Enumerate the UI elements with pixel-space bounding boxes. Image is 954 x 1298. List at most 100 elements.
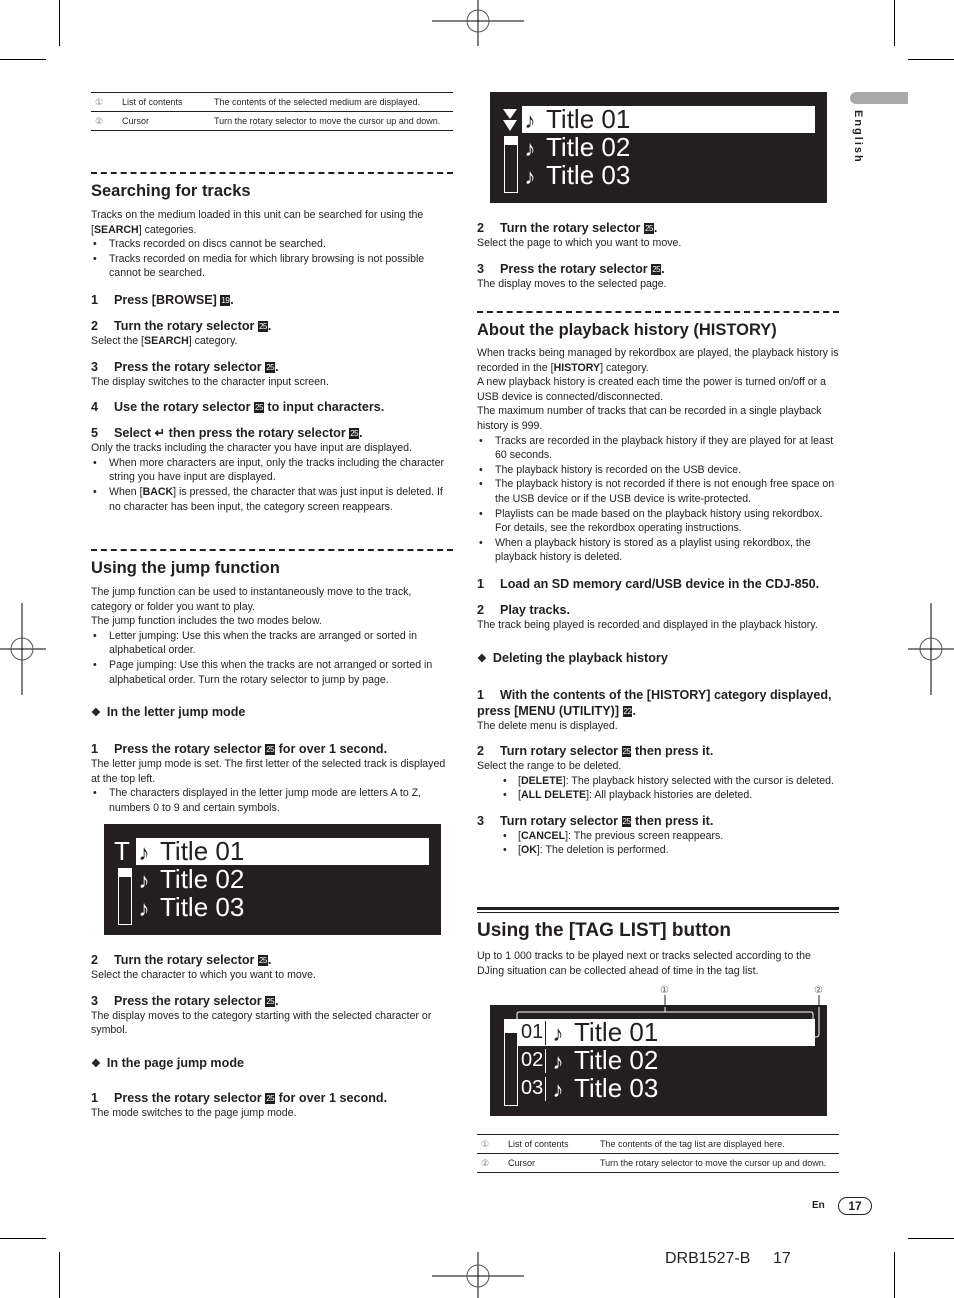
- crop-mark: [59, 1252, 60, 1298]
- bullet-item: When a playback history is stored as a p…: [477, 536, 839, 565]
- bullet-item: [DELETE]: The playback history selected …: [477, 774, 839, 789]
- tag-list-screen: 01 02 03 ♪ Title 01 ♪ Title 02 ♪ Title 03: [490, 1005, 827, 1116]
- marker: ①: [91, 92, 122, 112]
- table-row: ② Cursor Turn the rotary selector to mov…: [91, 111, 453, 131]
- crop-mark: [894, 1252, 895, 1298]
- description: Turn the rotary selector to move the cur…: [214, 111, 453, 131]
- bullet-item: Playlists can be made based on the playb…: [477, 507, 839, 536]
- list-item: ♪ Title 03: [522, 162, 815, 190]
- control-number-badge: 25: [621, 746, 632, 758]
- control-number-badge: 25: [257, 955, 268, 966]
- callout-lines: [516, 1005, 820, 1038]
- page-number-badge: 17: [838, 1197, 872, 1215]
- step-heading: 2 Turn rotary selector 25 then press it.: [477, 744, 714, 759]
- step-description: Only the tracks including the character …: [91, 442, 412, 455]
- print-page-number: 17: [773, 1250, 791, 1267]
- scrollbar-thumb: [119, 869, 131, 878]
- step-description: The display moves to the category starti…: [91, 1009, 432, 1037]
- step-description: The display moves to the selected page.: [477, 277, 667, 290]
- callout-leader-lines: [664, 995, 820, 1007]
- scrollbar-thumb: [505, 137, 517, 146]
- bullet-item: The characters displayed in the letter j…: [91, 786, 453, 815]
- marker: ①: [477, 1134, 508, 1154]
- crop-mark: [0, 1238, 46, 1239]
- track-number: 02: [521, 1049, 544, 1071]
- paragraph: The maximum number of tracks that can be…: [477, 405, 822, 432]
- description: The contents of the selected medium are …: [214, 92, 453, 112]
- section-taglist: Using the [TAG LIST] button Up to 1 000 …: [477, 907, 839, 978]
- control-number-badge: 25: [349, 428, 360, 440]
- music-note-icon: ♪: [138, 868, 150, 893]
- table-row: ② Cursor Turn the rotary selector to mov…: [477, 1153, 839, 1173]
- diamond-icon: ❖: [477, 652, 487, 665]
- description: The contents of the tag list are display…: [600, 1134, 839, 1154]
- step-heading: 2 Turn the rotary selector 25.: [477, 221, 658, 235]
- step-description: Select the character to which you want t…: [91, 969, 316, 981]
- section-searching: Searching for tracks Tracks on the mediu…: [91, 172, 453, 514]
- track-title: ♪ Title 02: [550, 1047, 659, 1075]
- bullet-item: Tracks recorded on media for which libra…: [91, 252, 453, 281]
- description: Turn the rotary selector to move the cur…: [600, 1153, 839, 1173]
- bullet-list: When more characters are input, only the…: [91, 456, 453, 514]
- item: List of contents: [122, 92, 214, 112]
- scrollbar: [504, 136, 518, 193]
- control-number-badge: 25: [265, 1092, 276, 1104]
- letter-jump-screen: T ♪ Title 01 ♪ Title 02 ♪ Title 03: [104, 824, 441, 935]
- step-description: The mode switches to the page jump mode.: [91, 1106, 297, 1119]
- step-heading: 4 Use the rotary selector 25 to input cha…: [91, 400, 385, 415]
- step-heading: 1 Press [BROWSE] 19.: [91, 292, 234, 307]
- step-heading: 2 Turn the rotary selector 25.: [91, 953, 272, 967]
- control-number-badge: 25: [254, 402, 264, 414]
- item: Cursor: [508, 1153, 600, 1173]
- doc-code: DRB1527-B: [665, 1250, 751, 1267]
- step-heading: 3 Turn rotary selector 25 then press it.: [477, 813, 714, 828]
- list-item: ♪ Title 01: [136, 838, 429, 865]
- list-item: ♪ Title 02: [522, 134, 815, 162]
- step-heading: 3 Press the rotary selector 25.: [477, 261, 665, 276]
- step-heading: 1 With the contents of the [HISTORY] cate…: [477, 687, 832, 718]
- list-item: ♪ Title 01: [522, 106, 815, 133]
- table-row: ① List of contents The contents of the s…: [91, 92, 453, 112]
- crop-mark: [908, 1238, 954, 1239]
- section-divider: [477, 907, 839, 913]
- bullet-list: [DELETE]: The playback history selected …: [477, 774, 839, 803]
- step-heading: 2 Play tracks.: [477, 602, 571, 617]
- section-divider: [477, 311, 839, 313]
- bullet-list: Tracks are recorded in the playback hist…: [477, 434, 839, 565]
- control-number-badge: 25: [265, 995, 276, 1007]
- section-heading: Using the jump function: [91, 559, 280, 577]
- music-note-icon: ♪: [552, 1077, 564, 1102]
- step-heading: 1 Press the rotary selector 25 for over 1…: [91, 1090, 388, 1105]
- bullet-item: The playback history is recorded on the …: [477, 463, 839, 478]
- diamond-icon: ❖: [91, 707, 101, 720]
- table-row: ① List of contents The contents of the t…: [477, 1134, 839, 1154]
- subsection-heading: ❖ In the page jump mode: [91, 1055, 245, 1070]
- control-number-badge: 25: [621, 815, 632, 827]
- bullet-list: Letter jumping: Use this when the tracks…: [91, 629, 453, 687]
- control-number-badge: 25: [257, 320, 268, 332]
- control-number-badge: 25: [643, 223, 654, 234]
- bullet-item: When more characters are input, only the…: [91, 456, 453, 485]
- language-label: English: [852, 110, 864, 164]
- taglist-legend-table-wrap: ① List of contents The contents of the t…: [477, 1134, 839, 1173]
- music-note-icon: ♪: [138, 840, 150, 865]
- step-description: Select the page to which you want to mov…: [477, 237, 682, 249]
- step-description: The display switches to the character in…: [91, 375, 329, 388]
- music-note-icon: ♪: [524, 136, 536, 161]
- control-number-badge: 22: [622, 705, 633, 717]
- item: List of contents: [508, 1134, 600, 1154]
- step-heading: 3 Press the rotary selector 25.: [91, 359, 279, 374]
- marker: ②: [477, 1153, 508, 1173]
- bullet-item: [CANCEL]: The previous screen reappears.: [477, 829, 839, 844]
- list-item: ♪ Title 03: [136, 894, 429, 922]
- jump-letter-indicator: T: [114, 836, 130, 866]
- registration-mark-left: [0, 603, 46, 695]
- subsection-heading: ❖ In the letter jump mode: [91, 705, 246, 720]
- step-description: The delete menu is displayed.: [477, 719, 618, 732]
- crop-mark: [908, 59, 954, 60]
- bullet-item: Tracks recorded on discs cannot be searc…: [91, 237, 453, 252]
- registration-mark-top: [432, 0, 524, 46]
- step-heading: 1 Press the rotary selector 25 for over 1…: [91, 742, 388, 757]
- page-jump-steps: 2 Turn the rotary selector 25. Select the…: [477, 220, 839, 291]
- section-heading: Using the [TAG LIST] button: [477, 920, 731, 941]
